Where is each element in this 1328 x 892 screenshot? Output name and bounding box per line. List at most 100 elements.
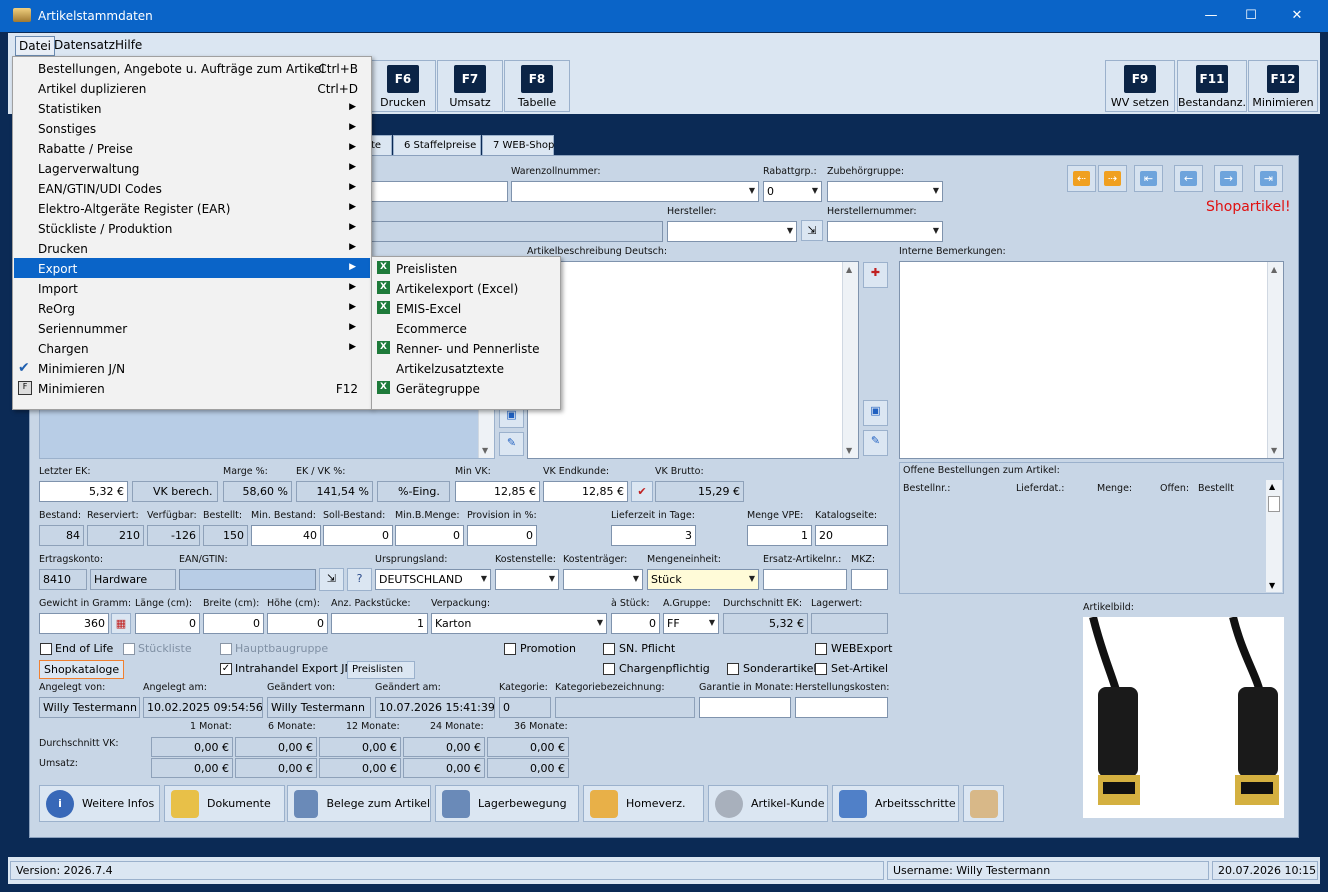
wv-setzen-button[interactable]: F9 WV setzen bbox=[1105, 60, 1175, 112]
drucken-button[interactable]: F6 Drucken bbox=[370, 60, 436, 112]
menu-item-stueckliste[interactable]: Stückliste / Produktion ▶ bbox=[14, 218, 370, 238]
rabattgrp-select[interactable]: 0 bbox=[763, 181, 822, 202]
minimieren-button[interactable]: F12 Minimieren bbox=[1248, 60, 1318, 112]
sn-pflicht-checkbox[interactable] bbox=[603, 643, 615, 655]
provision-field[interactable]: 0 bbox=[467, 525, 537, 546]
webexport-checkbox[interactable] bbox=[815, 643, 827, 655]
submenu-item-geraetegruppe[interactable]: X Gerätegruppe bbox=[373, 378, 559, 398]
breite-field[interactable]: 0 bbox=[203, 613, 264, 634]
flag-icon[interactable]: ✚ bbox=[863, 262, 888, 288]
nav-next-orange-button[interactable]: ⇢ bbox=[1098, 165, 1127, 192]
preislisten-button[interactable]: Preislisten bbox=[347, 661, 415, 679]
promotion-checkbox[interactable] bbox=[504, 643, 516, 655]
katalogseite-field[interactable]: 20 bbox=[815, 525, 888, 546]
submenu-item-emis-excel[interactable]: X EMIS-Excel bbox=[373, 298, 559, 318]
submenu-item-ecommerce[interactable]: Ecommerce bbox=[373, 318, 559, 338]
vk-berech-button[interactable]: VK berech. bbox=[132, 481, 218, 502]
bemerkungen-textarea[interactable]: ▲ ▼ bbox=[899, 261, 1284, 459]
sonderartikel-checkbox[interactable] bbox=[727, 663, 739, 675]
nav-last-button[interactable]: ⇥ bbox=[1254, 165, 1283, 192]
arbeitsschritte-button[interactable]: Arbeitsschritte bbox=[832, 785, 959, 822]
zubehoergruppe-select[interactable] bbox=[827, 181, 943, 202]
submenu-item-artikelexport[interactable]: X Artikelexport (Excel) bbox=[373, 278, 559, 298]
herstellernummer-select[interactable] bbox=[827, 221, 943, 242]
menge-vpe-field[interactable]: 1 bbox=[747, 525, 812, 546]
menu-item-import[interactable]: Import ▶ bbox=[14, 278, 370, 298]
tab-staffelpreise[interactable]: 6 Staffelpreise bbox=[393, 135, 481, 156]
calc-icon[interactable]: ▦ bbox=[111, 613, 131, 634]
chargenpflichtig-checkbox[interactable] bbox=[603, 663, 615, 675]
artikelname-field[interactable] bbox=[370, 181, 508, 202]
end-of-life-checkbox[interactable] bbox=[40, 643, 52, 655]
menu-datei[interactable]: Datei bbox=[15, 36, 56, 56]
nav-next-button[interactable]: → bbox=[1214, 165, 1243, 192]
close-window-button[interactable]: ✕ bbox=[1274, 0, 1320, 32]
garantie-field[interactable] bbox=[699, 697, 791, 718]
menu-datensatz[interactable]: Datensatz bbox=[54, 38, 115, 52]
kostentraeger-select[interactable] bbox=[563, 569, 643, 590]
gewicht-field[interactable]: 360 bbox=[39, 613, 109, 634]
tab-web-shop[interactable]: 7 WEB-Shop bbox=[482, 135, 554, 156]
ursprungsland-select[interactable]: DEUTSCHLAND bbox=[375, 569, 491, 590]
herstellkosten-field[interactable] bbox=[795, 697, 888, 718]
set-artikel-checkbox[interactable] bbox=[815, 663, 827, 675]
min-vk-field[interactable]: 12,85 € bbox=[455, 481, 540, 502]
a-stueck-field[interactable]: 0 bbox=[611, 613, 660, 634]
mengeneinheit-select[interactable]: Stück bbox=[647, 569, 759, 590]
document-icon[interactable]: ▣ bbox=[863, 400, 888, 426]
weitere-infos-button[interactable]: i Weitere Infos bbox=[39, 785, 160, 822]
tabelle-button[interactable]: F8 Tabelle bbox=[504, 60, 570, 112]
menu-item-reorg[interactable]: ReOrg ▶ bbox=[14, 298, 370, 318]
hoehe-field[interactable]: 0 bbox=[267, 613, 328, 634]
warenzollnummer-select[interactable] bbox=[511, 181, 759, 202]
menu-item-statistiken[interactable]: Statistiken ▶ bbox=[14, 98, 370, 118]
submenu-item-renner-penner[interactable]: X Renner- und Pennerliste bbox=[373, 338, 559, 358]
packstuecke-field[interactable]: 1 bbox=[331, 613, 428, 634]
menu-item-ean[interactable]: EAN/GTIN/UDI Codes ▶ bbox=[14, 178, 370, 198]
menu-item-rabatte[interactable]: Rabatte / Preise ▶ bbox=[14, 138, 370, 158]
ean-add-icon[interactable]: ⇲ bbox=[319, 568, 344, 591]
submenu-item-preislisten[interactable]: X Preislisten bbox=[373, 258, 559, 278]
belege-button[interactable]: Belege zum Artikel bbox=[287, 785, 431, 822]
intrahandel-checkbox[interactable]: ✓ bbox=[220, 663, 232, 675]
scrollbar[interactable]: ▲ ▼ bbox=[1266, 480, 1282, 592]
hersteller-select[interactable] bbox=[667, 221, 797, 242]
homeverz-button[interactable]: Homeverz. bbox=[583, 785, 704, 822]
verpackung-select[interactable]: Karton bbox=[431, 613, 607, 634]
shopkataloge-button[interactable]: Shopkataloge bbox=[39, 660, 125, 679]
scrollbar[interactable]: ▲ ▼ bbox=[1267, 262, 1283, 458]
dokumente-button[interactable]: Dokumente bbox=[164, 785, 285, 822]
menu-item-lagerverwaltung[interactable]: Lagerverwaltung ▶ bbox=[14, 158, 370, 178]
clipboard-button[interactable] bbox=[963, 785, 1004, 822]
menu-item-minimieren[interactable]: F Minimieren F12 bbox=[14, 378, 370, 398]
mkz-field[interactable] bbox=[851, 569, 888, 590]
soll-bestand-field[interactable]: 0 bbox=[323, 525, 393, 546]
menu-item-export[interactable]: Export ▶ bbox=[14, 258, 370, 278]
menu-item-drucken[interactable]: Drucken ▶ bbox=[14, 238, 370, 258]
vk-endkunde-field[interactable]: 12,85 € bbox=[543, 481, 628, 502]
menu-item-sonstiges[interactable]: Sonstiges ▶ bbox=[14, 118, 370, 138]
nav-prev-orange-button[interactable]: ⇠ bbox=[1067, 165, 1096, 192]
stueckliste-checkbox[interactable] bbox=[123, 643, 135, 655]
lieferzeit-field[interactable]: 3 bbox=[611, 525, 696, 546]
a-gruppe-select[interactable]: FF bbox=[663, 613, 719, 634]
edit-icon[interactable]: ✎ bbox=[863, 430, 888, 456]
menu-item-minimieren-jn[interactable]: ✔ Minimieren J/N bbox=[14, 358, 370, 378]
menu-item-duplizieren[interactable]: Artikel duplizieren Ctrl+D bbox=[14, 78, 370, 98]
menu-item-bestellungen[interactable]: Bestellungen, Angebote u. Aufträge zum A… bbox=[14, 58, 370, 78]
submenu-item-zusatztexte[interactable]: Artikelzusatztexte bbox=[373, 358, 559, 378]
ean-field[interactable] bbox=[179, 569, 316, 590]
nav-first-button[interactable]: ⇤ bbox=[1134, 165, 1163, 192]
nav-prev-button[interactable]: ← bbox=[1174, 165, 1203, 192]
menu-hilfe[interactable]: Hilfe bbox=[115, 38, 142, 52]
umsatz-button[interactable]: F7 Umsatz bbox=[437, 60, 503, 112]
min-b-menge-field[interactable]: 0 bbox=[395, 525, 464, 546]
hersteller-add-icon[interactable]: ⇲ bbox=[801, 220, 823, 241]
edit-icon[interactable]: ✎ bbox=[499, 432, 524, 456]
kostenstelle-select[interactable] bbox=[495, 569, 559, 590]
lagerbewegung-button[interactable]: Lagerbewegung bbox=[435, 785, 579, 822]
menu-item-seriennummer[interactable]: Seriennummer ▶ bbox=[14, 318, 370, 338]
hauptbaugruppe-checkbox[interactable] bbox=[220, 643, 232, 655]
beschreibung-textarea[interactable]: ▲ ▼ bbox=[527, 261, 859, 459]
menu-item-chargen[interactable]: Chargen ▶ bbox=[14, 338, 370, 358]
